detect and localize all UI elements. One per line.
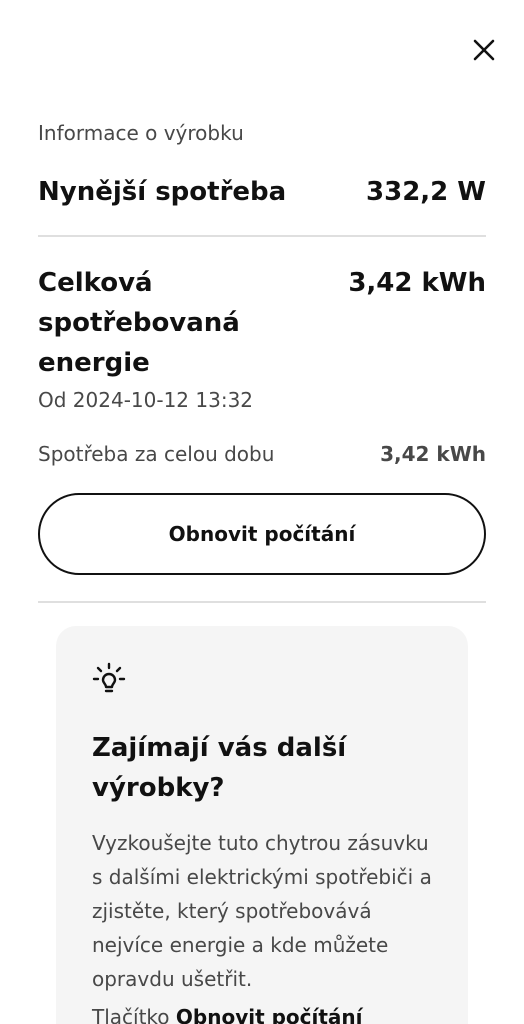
card-text: Vyzkoušejte tuto chytrou zásuvku s další… xyxy=(92,831,432,991)
total-energy-value: 3,42 kWh xyxy=(348,268,486,298)
current-consumption-label: Nynější spotřeba xyxy=(38,177,287,207)
total-energy-label: Celková spotřebovaná energie xyxy=(38,268,240,378)
divider xyxy=(38,235,486,237)
card-text-bold: Obnovit počítání xyxy=(175,1005,363,1024)
card-text-prefix: Tlačítko xyxy=(92,1005,176,1024)
card-text-reset-hint: Tlačítko Obnovit počítání xyxy=(92,1000,432,1024)
lightbulb-icon xyxy=(92,662,126,693)
lifetime-label: Spotřeba za celou dobu xyxy=(38,442,275,466)
info-card: Zajímají vás další výrobky? Vyzkoušejte … xyxy=(56,626,468,1024)
since-timestamp: Od 2024-10-12 13:32 xyxy=(38,388,254,412)
close-icon xyxy=(473,39,495,61)
energy-info-screen: Informace o výrobku Nynější spotřeba 332… xyxy=(0,0,524,1024)
lifetime-value: 3,42 kWh xyxy=(380,442,486,466)
card-title: Zajímají vás další výrobky? xyxy=(92,733,347,803)
current-consumption-row: Nynější spotřeba 332,2 W xyxy=(38,172,486,212)
total-energy-row: Celková spotřebovaná energie 3,42 kWh xyxy=(38,263,486,383)
section-label: Informace o výrobku xyxy=(38,121,244,145)
product-info-section: Informace o výrobku Nynější spotřeba 332… xyxy=(38,118,486,603)
reset-counter-button[interactable]: Obnovit počítání xyxy=(38,493,486,575)
current-consumption-value: 332,2 W xyxy=(366,177,486,207)
close-button[interactable] xyxy=(464,30,504,70)
lifetime-consumption-row: Spotřeba za celou dobu 3,42 kWh xyxy=(38,439,486,469)
divider xyxy=(38,601,486,603)
